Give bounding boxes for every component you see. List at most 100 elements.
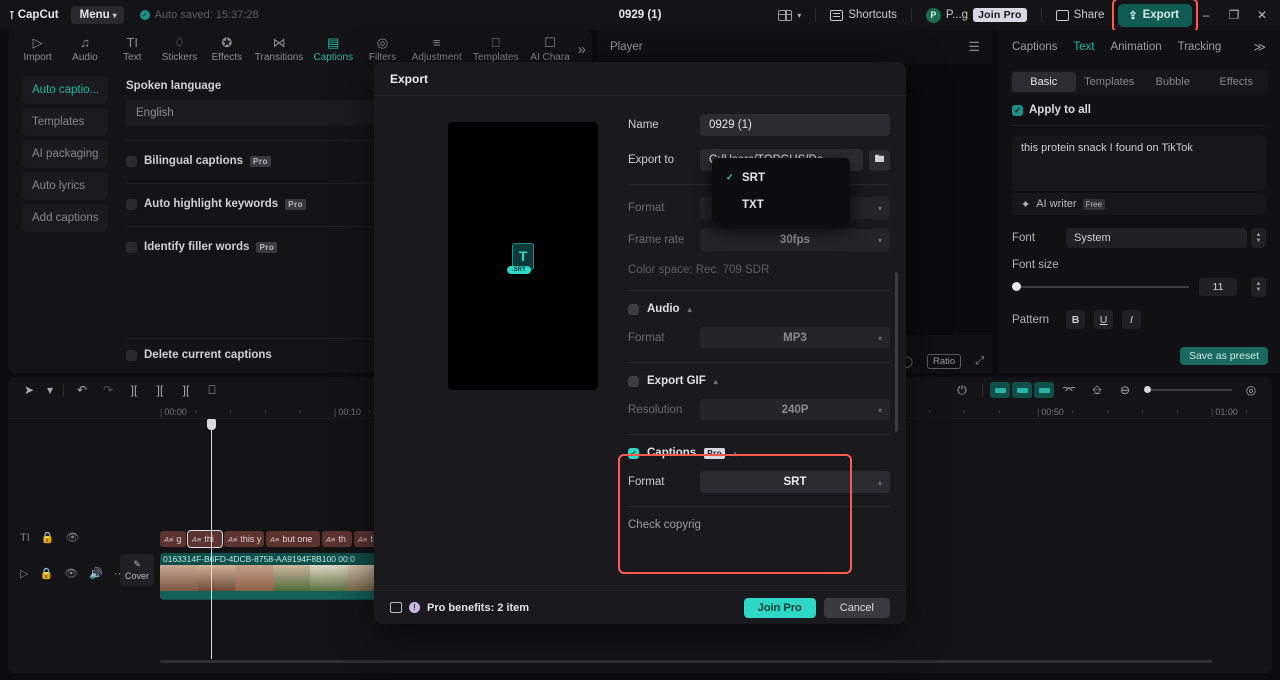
- lock-icon[interactable]: 🔒: [41, 531, 55, 544]
- slider-handle[interactable]: [1012, 282, 1021, 291]
- auto-cut-icon[interactable]: [990, 382, 1010, 398]
- bold-button[interactable]: B: [1066, 310, 1085, 329]
- share-button[interactable]: Share: [1048, 5, 1113, 25]
- sidebar-item-templates[interactable]: Templates: [22, 108, 108, 136]
- eye-icon[interactable]: 👁: [64, 567, 78, 580]
- minimize-button[interactable]: –: [1192, 8, 1220, 22]
- cover-button[interactable]: ✎ Cover: [120, 554, 154, 586]
- dropdown-option-txt[interactable]: TXT: [712, 191, 850, 218]
- checkbox[interactable]: [126, 241, 137, 253]
- caption-clip[interactable]: A≡ this y: [224, 531, 264, 547]
- ratio-button[interactable]: Ratio: [927, 354, 962, 369]
- tab-captions[interactable]: Captions: [1012, 41, 1057, 53]
- gif-resolution-select[interactable]: 240P ▾: [700, 399, 890, 421]
- italic-button[interactable]: I: [1122, 310, 1141, 329]
- toolbar-more-icon[interactable]: »: [578, 41, 586, 58]
- folder-icon[interactable]: 🖿: [869, 149, 890, 171]
- subtab-effects[interactable]: Effects: [1205, 72, 1269, 92]
- info-icon[interactable]: !: [409, 602, 420, 613]
- layout-switcher-button[interactable]: ▾: [770, 6, 809, 25]
- caption-text-input[interactable]: this protein snack I found on TikTok: [1012, 135, 1266, 191]
- font-select[interactable]: System: [1066, 228, 1247, 248]
- select-tool-icon[interactable]: ➤: [16, 379, 42, 401]
- timeline-scrollbar[interactable]: [160, 660, 1212, 663]
- volume-icon[interactable]: 🔊: [89, 567, 103, 580]
- subtab-basic[interactable]: Basic: [1012, 72, 1076, 92]
- lock-icon[interactable]: 🔒: [39, 567, 53, 580]
- crop-icon[interactable]: ⎒: [1084, 379, 1110, 401]
- zoom-out-icon[interactable]: ⊖: [1112, 379, 1138, 401]
- redo-icon[interactable]: ↷: [95, 379, 121, 401]
- dropdown-option-srt[interactable]: ✓ SRT: [712, 164, 850, 191]
- tab-text[interactable]: Text: [1073, 41, 1094, 53]
- captions-checkbox-row[interactable]: ✓ Captions Pro ▴: [628, 447, 890, 459]
- font-size-stepper[interactable]: ▲ ▼: [1251, 277, 1266, 297]
- playhead[interactable]: [207, 419, 216, 659]
- tool-captions[interactable]: ▤ Captions: [308, 35, 359, 64]
- tool-import[interactable]: ▷ Import: [14, 35, 61, 64]
- frame-rate-select[interactable]: 30fps ▾: [700, 229, 890, 251]
- tool-transitions[interactable]: ⋈ Transitions: [250, 35, 307, 64]
- checkbox[interactable]: [126, 198, 137, 210]
- tool-templates[interactable]: ⎕ Templates: [467, 35, 524, 64]
- checkbox[interactable]: [628, 303, 639, 315]
- tool-text[interactable]: TI Text: [109, 35, 156, 63]
- subtab-bubble[interactable]: Bubble: [1141, 72, 1205, 92]
- split-icon[interactable]: ][: [121, 379, 147, 401]
- tab-tracking[interactable]: Tracking: [1178, 41, 1222, 53]
- playhead-handle[interactable]: [207, 419, 216, 430]
- slider-handle[interactable]: [1144, 385, 1151, 393]
- gif-checkbox-row[interactable]: Export GIF ▴: [628, 375, 890, 387]
- sidebar-item-auto-captions[interactable]: Auto captio...: [22, 76, 108, 104]
- menu-button[interactable]: Menu ▾: [70, 6, 124, 24]
- sidebar-item-auto-lyrics[interactable]: Auto lyrics: [22, 172, 108, 200]
- tool-stickers[interactable]: ♢ Stickers: [156, 35, 203, 64]
- tool-ai-chara[interactable]: ☐ AI Chara: [524, 35, 575, 64]
- check-copyright-label[interactable]: Check copyrig: [628, 519, 890, 531]
- record-voiceover-icon[interactable]: ⏻: [949, 379, 975, 401]
- font-stepper[interactable]: ▲ ▼: [1251, 228, 1266, 248]
- font-size-value[interactable]: 11: [1199, 278, 1237, 296]
- join-pro-chip[interactable]: Join Pro: [973, 8, 1027, 22]
- tab-animation[interactable]: Animation: [1110, 41, 1161, 53]
- ai-writer-button[interactable]: ✦ AI writer Free: [1012, 193, 1266, 215]
- name-input[interactable]: 0929 (1): [700, 114, 890, 136]
- zoom-slider[interactable]: [1144, 385, 1232, 393]
- audio-checkbox-row[interactable]: Audio ▴: [628, 303, 890, 315]
- caption-clip[interactable]: A≡ g: [160, 531, 186, 547]
- chevron-up-icon[interactable]: ▴: [714, 377, 718, 386]
- tool-filters[interactable]: ◎ Filters: [359, 35, 406, 64]
- trim-right-icon[interactable]: ][: [173, 379, 199, 401]
- audio-format-select[interactable]: MP3 ▾: [700, 327, 890, 349]
- sidebar-item-ai-packaging[interactable]: AI packaging: [22, 140, 108, 168]
- hamburger-icon[interactable]: ☰: [968, 39, 980, 55]
- dialog-scrollbar[interactable]: [895, 272, 898, 432]
- delete-icon[interactable]: ⎕: [199, 379, 225, 401]
- cancel-button[interactable]: Cancel: [823, 597, 890, 618]
- checkbox[interactable]: [628, 375, 639, 387]
- undo-icon[interactable]: ↶: [69, 379, 95, 401]
- close-button[interactable]: ✕: [1248, 8, 1276, 22]
- maximize-button[interactable]: ❐: [1220, 8, 1248, 22]
- checkbox-checked-icon[interactable]: ✓: [628, 447, 639, 459]
- account-button[interactable]: P P...g Join Pro: [918, 4, 1035, 27]
- video-clip[interactable]: 0163314F-B6FD-4DCB-8758-AA9194F8B100 00:…: [160, 553, 385, 600]
- caption-clip[interactable]: A≡ but one: [266, 531, 320, 547]
- mirror-icon[interactable]: ⌤: [1056, 379, 1082, 401]
- tool-adjustment[interactable]: ≡ Adjustment: [406, 35, 467, 63]
- sidebar-item-add-captions[interactable]: Add captions: [22, 204, 108, 232]
- eye-icon[interactable]: 👁: [65, 531, 79, 544]
- chevron-up-icon[interactable]: ▴: [688, 305, 692, 314]
- export-button[interactable]: ⇪ Export: [1112, 0, 1198, 33]
- tool-dropdown-icon[interactable]: ▾: [42, 379, 58, 401]
- tool-audio[interactable]: ♫ Audio: [61, 35, 108, 63]
- font-size-slider[interactable]: [1012, 282, 1189, 291]
- caption-clip[interactable]: A≡ thi: [187, 530, 223, 548]
- checkbox[interactable]: [126, 155, 137, 167]
- fullscreen-icon[interactable]: ⤢: [975, 355, 984, 368]
- speed-icon[interactable]: [1034, 382, 1054, 398]
- keyframe-icon[interactable]: [1012, 382, 1032, 398]
- shortcuts-button[interactable]: Shortcuts: [822, 5, 905, 25]
- chevron-up-icon[interactable]: ▴: [733, 449, 737, 458]
- apply-to-all-checkbox[interactable]: ✓ Apply to all: [1012, 104, 1280, 116]
